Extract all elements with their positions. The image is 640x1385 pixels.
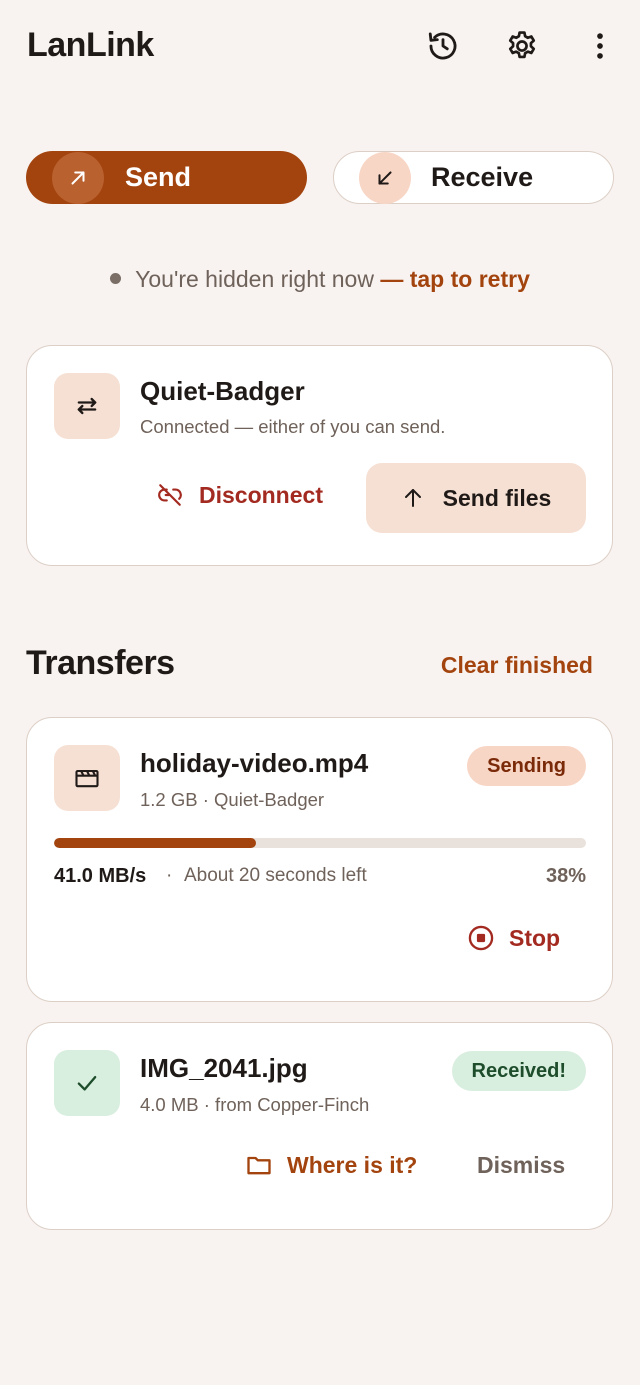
gear-icon[interactable] (502, 26, 542, 66)
peer-name: Quiet-Badger (140, 376, 305, 406)
status-badge: Received! (451, 1051, 586, 1091)
transfer-item: holiday-video.mp4 1.2 GB · Quiet-Badger … (26, 717, 613, 1002)
transfers-heading: Transfers (26, 644, 175, 682)
transfer-speed: 41.0 MB/s (54, 865, 147, 887)
separator: · (166, 865, 173, 886)
retry-link[interactable]: — tap to retry (380, 266, 530, 292)
where-is-it-button[interactable]: Where is it? (245, 1145, 417, 1185)
check-icon (54, 1050, 120, 1116)
stop-circle-icon (468, 925, 494, 951)
disconnect-button[interactable]: Disconnect (157, 470, 323, 520)
file-meta: 4.0 MB · from Copper-Finch (140, 1094, 370, 1115)
disconnect-label: Disconnect (199, 481, 323, 508)
arrow-up-icon (404, 489, 421, 507)
status-badge: Sending (467, 746, 586, 786)
arrow-down-left-icon (359, 151, 411, 204)
peer-status: Connected — either of you can send. (140, 416, 446, 437)
file-name: holiday-video.mp4 (140, 748, 369, 778)
file-meta: 1.2 GB · Quiet-Badger (140, 789, 325, 810)
link-off-icon (158, 484, 182, 506)
visibility-status: You're hidden right now — tap to retry (0, 266, 640, 293)
stop-button[interactable]: Stop (467, 918, 560, 958)
more-vert-icon[interactable] (580, 26, 620, 66)
clear-finished-button[interactable]: Clear finished (441, 652, 593, 679)
top-app-bar: LanLink (0, 0, 640, 92)
dismiss-button[interactable]: Dismiss (477, 1145, 565, 1185)
history-icon[interactable] (423, 26, 463, 66)
peer-card: Quiet-Badger Connected — either of you c… (26, 345, 613, 566)
receive-mode-button[interactable]: Receive (333, 151, 614, 204)
where-is-it-label: Where is it? (287, 1151, 418, 1178)
movie-icon (54, 745, 120, 811)
arrow-up-right-icon (52, 151, 104, 204)
app-title: LanLink (27, 26, 154, 64)
status-text: You're hidden right now (135, 266, 374, 292)
progress-percent: 38% (545, 865, 586, 887)
file-name: IMG_2041.jpg (140, 1053, 308, 1083)
send-mode-label: Send (125, 162, 192, 192)
receive-mode-label: Receive (431, 162, 534, 192)
stop-label: Stop (509, 924, 561, 951)
send-files-button[interactable]: Send files (366, 463, 586, 533)
transfer-item: IMG_2041.jpg 4.0 MB · from Copper-Finch … (26, 1022, 613, 1230)
status-dot (110, 273, 122, 284)
time-remaining: About 20 seconds left (184, 865, 367, 886)
progress-bar (54, 838, 586, 848)
swap-icon (54, 373, 120, 439)
send-files-label: Send files (442, 484, 552, 511)
progress-fill (54, 838, 257, 848)
send-mode-button[interactable]: Send (26, 151, 307, 204)
folder-icon (247, 1156, 271, 1175)
